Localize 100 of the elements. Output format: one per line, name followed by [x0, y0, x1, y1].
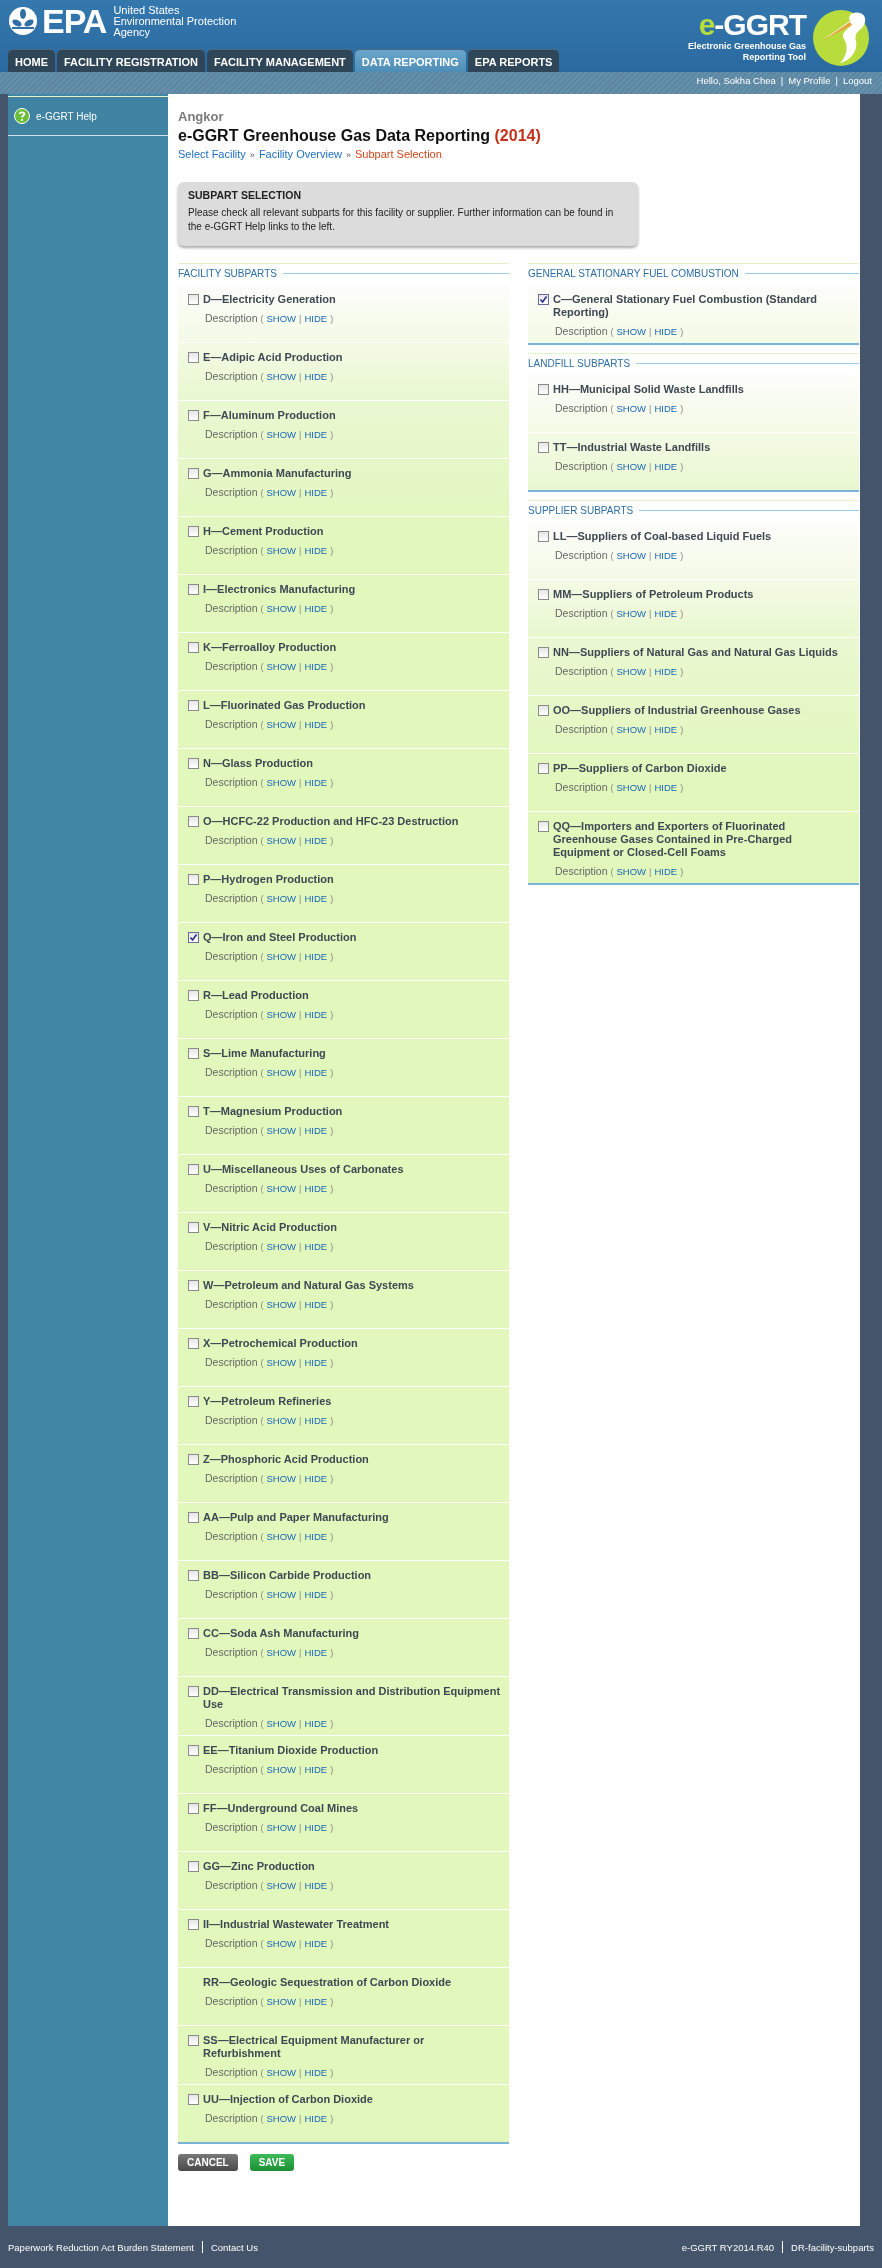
sidebar-item[interactable]: e-GGRT Help [8, 96, 168, 136]
show-link[interactable]: SHOW [266, 2067, 297, 2078]
checkbox[interactable] [188, 1338, 199, 1349]
hide-link[interactable]: HIDE [304, 1125, 328, 1136]
checkbox[interactable] [188, 294, 199, 305]
footer-link[interactable]: DR-facility-subparts [791, 2241, 874, 2253]
checkbox[interactable] [188, 1454, 199, 1465]
checkbox[interactable] [188, 816, 199, 827]
checkbox[interactable] [538, 705, 549, 716]
checkbox[interactable] [188, 2035, 199, 2046]
footer-link[interactable]: Paperwork Reduction Act Burden Statement [8, 2241, 194, 2253]
hide-link[interactable]: HIDE [304, 1183, 328, 1194]
hide-link[interactable]: HIDE [304, 1938, 328, 1949]
show-link[interactable]: SHOW [616, 666, 647, 677]
hide-link[interactable]: HIDE [304, 661, 328, 672]
show-link[interactable]: SHOW [266, 313, 297, 324]
checkbox[interactable] [188, 1803, 199, 1814]
hide-link[interactable]: HIDE [654, 724, 678, 735]
user-link[interactable]: Logout [842, 75, 872, 86]
checkbox[interactable] [188, 1512, 199, 1523]
hide-link[interactable]: HIDE [304, 1764, 328, 1775]
checkbox[interactable] [188, 410, 199, 421]
checkbox[interactable] [538, 647, 549, 658]
show-link[interactable]: SHOW [616, 866, 647, 877]
show-link[interactable]: SHOW [266, 429, 297, 440]
show-link[interactable]: SHOW [266, 1009, 297, 1020]
checkbox[interactable] [188, 874, 199, 885]
checkbox[interactable] [188, 1686, 199, 1697]
save-button[interactable]: SAVE [249, 2154, 295, 2171]
nav-tab[interactable]: HOME [8, 49, 55, 72]
show-link[interactable]: SHOW [266, 603, 297, 614]
footer-link[interactable]: Contact Us [210, 2241, 258, 2253]
show-link[interactable]: SHOW [266, 951, 297, 962]
checkbox[interactable] [188, 1048, 199, 1059]
hide-link[interactable]: HIDE [304, 1473, 328, 1484]
show-link[interactable]: SHOW [266, 1299, 297, 1310]
show-link[interactable]: SHOW [616, 461, 647, 472]
hide-link[interactable]: HIDE [304, 1357, 328, 1368]
hide-link[interactable]: HIDE [304, 1241, 328, 1252]
hide-link[interactable]: HIDE [304, 951, 328, 962]
show-link[interactable]: SHOW [266, 545, 297, 556]
show-link[interactable]: SHOW [266, 661, 297, 672]
nav-tab[interactable]: FACILITY MANAGEMENT [207, 49, 353, 72]
checkbox[interactable] [538, 531, 549, 542]
checkbox[interactable] [188, 758, 199, 769]
hide-link[interactable]: HIDE [304, 893, 328, 904]
show-link[interactable]: SHOW [266, 893, 297, 904]
hide-link[interactable]: HIDE [304, 1996, 328, 2007]
user-link[interactable]: My Profile [788, 75, 831, 86]
show-link[interactable]: SHOW [266, 371, 297, 382]
show-link[interactable]: SHOW [266, 1822, 297, 1833]
hide-link[interactable]: HIDE [654, 461, 678, 472]
hide-link[interactable]: HIDE [654, 866, 678, 877]
hide-link[interactable]: HIDE [304, 1009, 328, 1020]
hide-link[interactable]: HIDE [654, 550, 678, 561]
checkbox[interactable] [188, 1570, 199, 1581]
checkbox[interactable] [188, 2094, 199, 2105]
checkbox[interactable] [188, 700, 199, 711]
checkbox[interactable] [188, 990, 199, 1001]
show-link[interactable]: SHOW [266, 1241, 297, 1252]
show-link[interactable]: SHOW [616, 326, 647, 337]
show-link[interactable]: SHOW [266, 719, 297, 730]
show-link[interactable]: SHOW [266, 1880, 297, 1891]
hide-link[interactable]: HIDE [654, 326, 678, 337]
nav-tab[interactable]: EPA REPORTS [467, 49, 560, 72]
breadcrumb-link[interactable]: Facility Overview [258, 146, 342, 162]
checkbox[interactable] [188, 1106, 199, 1117]
hide-link[interactable]: HIDE [304, 2113, 328, 2124]
hide-link[interactable]: HIDE [304, 545, 328, 556]
hide-link[interactable]: HIDE [304, 2067, 328, 2078]
hide-link[interactable]: HIDE [654, 403, 678, 414]
show-link[interactable]: SHOW [266, 1125, 297, 1136]
checkbox[interactable] [188, 352, 199, 363]
hide-link[interactable]: HIDE [304, 1589, 328, 1600]
hide-link[interactable]: HIDE [304, 1880, 328, 1891]
hide-link[interactable]: HIDE [654, 608, 678, 619]
show-link[interactable]: SHOW [266, 2113, 297, 2124]
checkbox[interactable] [188, 1396, 199, 1407]
checkbox[interactable] [188, 1745, 199, 1756]
show-link[interactable]: SHOW [266, 487, 297, 498]
show-link[interactable]: SHOW [616, 782, 647, 793]
nav-tab[interactable]: DATA REPORTING [354, 49, 466, 72]
show-link[interactable]: SHOW [616, 608, 647, 619]
checkbox[interactable] [188, 584, 199, 595]
hide-link[interactable]: HIDE [304, 1299, 328, 1310]
cancel-button[interactable]: CANCEL [178, 2154, 238, 2171]
show-link[interactable]: SHOW [266, 835, 297, 846]
show-link[interactable]: SHOW [616, 550, 647, 561]
breadcrumb-link[interactable]: Select Facility [178, 146, 246, 162]
checkbox[interactable] [538, 384, 549, 395]
show-link[interactable]: SHOW [266, 1183, 297, 1194]
checkbox[interactable] [188, 1280, 199, 1291]
show-link[interactable]: SHOW [266, 1647, 297, 1658]
show-link[interactable]: SHOW [266, 1357, 297, 1368]
hide-link[interactable]: HIDE [654, 666, 678, 677]
checkbox[interactable] [188, 1164, 199, 1175]
checkbox[interactable] [538, 442, 549, 453]
checkbox[interactable] [188, 1919, 199, 1930]
checkbox[interactable] [188, 1861, 199, 1872]
footer-link[interactable]: e-GGRT RY2014.R40 [681, 2241, 775, 2253]
